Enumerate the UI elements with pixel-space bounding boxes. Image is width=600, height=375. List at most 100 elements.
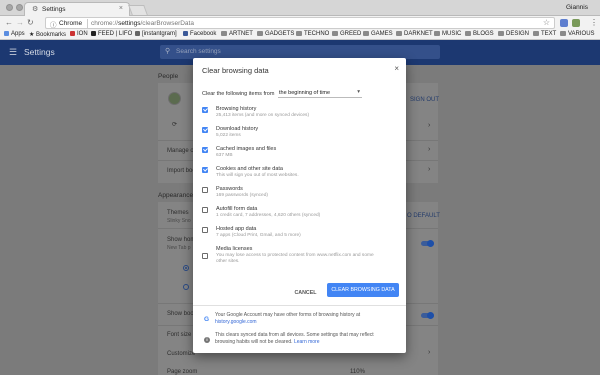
url-text[interactable]: chrome://settings/clearBrowserData: [91, 20, 194, 27]
option-media-licenses[interactable]: Media licenses You may lose access to pr…: [202, 245, 398, 271]
option-passwords[interactable]: Passwords 169 passwords (synced): [202, 185, 398, 205]
bookmark-instantgram[interactable]: [instantgram]: [135, 31, 177, 37]
back-icon[interactable]: ←: [5, 18, 13, 27]
chevron-right-icon[interactable]: ›: [428, 146, 430, 153]
extension-icon[interactable]: [572, 19, 580, 27]
manage-people-row[interactable]: Manage ot: [167, 148, 195, 154]
checkbox-cookies[interactable]: [202, 167, 208, 173]
page-zoom-value[interactable]: 110%: [350, 369, 365, 375]
google-notice-text: Your Google Account may have other forms…: [215, 312, 361, 318]
bookmark-folder-techno[interactable]: TECHNO: [296, 31, 329, 37]
time-range-select[interactable]: the beginning of time ▾: [278, 89, 362, 98]
bookmark-folder-music[interactable]: MUSIC: [434, 31, 461, 37]
bookmark-folder-gadgets[interactable]: GADGETS: [257, 31, 294, 37]
option-detail: 25,413 items (and more on synced devices…: [216, 113, 310, 118]
checkbox-download-history[interactable]: [202, 127, 208, 133]
home-radio-newtab[interactable]: [183, 265, 189, 271]
bookmark-folder-various[interactable]: VARIOUS: [560, 31, 595, 37]
folder-icon: [533, 31, 539, 36]
close-icon[interactable]: ×: [394, 64, 399, 73]
option-download-history[interactable]: Download history 5,022 items: [202, 125, 398, 145]
profile-name[interactable]: Giannis: [566, 4, 588, 11]
folder-icon: [363, 31, 369, 36]
themes-row[interactable]: Themes: [167, 210, 189, 216]
home-radio-custom[interactable]: [183, 284, 189, 290]
option-cookies[interactable]: Cookies and other site data This will si…: [202, 165, 398, 185]
show-bookmarks-toggle[interactable]: [427, 312, 434, 319]
chevron-right-icon[interactable]: ›: [428, 122, 430, 129]
close-icon[interactable]: ×: [119, 5, 123, 12]
option-detail: 1 credit card, 7 addresses, 4,620 others…: [216, 213, 321, 218]
facebook-icon: [183, 31, 188, 36]
import-bookmarks-row[interactable]: Import boo: [167, 168, 196, 174]
checkbox-autofill[interactable]: [202, 207, 208, 213]
bookmark-folder-greed[interactable]: GREED: [332, 31, 361, 37]
bookmark-folder-artnet[interactable]: ARTNET: [221, 31, 253, 37]
bookmark-folder-text[interactable]: TEXT: [533, 31, 556, 37]
bookmark-feed-lifo[interactable]: FEED | LIFO: [91, 31, 132, 37]
option-label: Browsing history: [216, 106, 257, 112]
option-autofill[interactable]: Autofill form data 1 credit card, 7 addr…: [202, 205, 398, 225]
customize-fonts-row[interactable]: Customize: [167, 351, 195, 357]
option-hosted-app-data[interactable]: Hosted app data 7 apps (Cloud Print, Gma…: [202, 225, 398, 245]
clear-browsing-data-button[interactable]: CLEAR BROWSING DATA: [327, 283, 399, 297]
bookmark-folder-games[interactable]: GAMES: [363, 31, 393, 37]
favicon: [91, 31, 96, 36]
bookmark-apps[interactable]: Apps: [4, 31, 25, 37]
learn-more-link[interactable]: Learn more: [294, 339, 320, 345]
star-icon: ★: [29, 32, 37, 38]
option-cached-images[interactable]: Cached images and files 637 MB: [202, 145, 398, 165]
folder-icon: [498, 31, 504, 36]
address-bar[interactable]: ⓘ Chrome chrome://settings/clearBrowserD…: [45, 17, 555, 29]
tab-settings[interactable]: ⚙ Settings ×: [24, 2, 130, 16]
checkbox-media-licenses[interactable]: [202, 253, 208, 259]
menu-icon[interactable]: ⋮: [590, 18, 598, 27]
cancel-button[interactable]: CANCEL: [290, 287, 321, 299]
reset-theme-button[interactable]: O DEFAULT: [407, 213, 440, 219]
history-google-link[interactable]: history.google.com: [215, 319, 360, 326]
reload-icon[interactable]: ↻: [27, 18, 34, 27]
bookmark-folder-darknet[interactable]: DARKNET: [396, 31, 433, 37]
info-icon[interactable]: ⓘ: [50, 19, 57, 29]
bookmark-facebook[interactable]: Facebook: [183, 31, 216, 37]
settings-search-input[interactable]: ⚲ Search settings: [160, 45, 440, 59]
bookmark-folder-blogs[interactable]: BLOGS: [465, 31, 494, 37]
folder-icon: [332, 31, 338, 36]
show-home-subtitle: New Tab p: [167, 245, 191, 251]
sync-notice: This clears synced data from all devices…: [215, 332, 374, 346]
time-range-value: the beginning of time: [279, 90, 331, 96]
footer-divider: [193, 305, 406, 306]
omnibox-divider: [87, 19, 88, 28]
checkbox-passwords[interactable]: [202, 187, 208, 193]
avatar[interactable]: [168, 92, 181, 105]
option-detail: 7 apps (Cloud Print, Gmail, and 5 more): [216, 233, 301, 238]
checkbox-cached-images[interactable]: [202, 147, 208, 153]
close-window-button[interactable]: [6, 4, 13, 11]
new-tab-button[interactable]: [128, 5, 148, 15]
option-browsing-history[interactable]: Browsing history 25,413 items (and more …: [202, 105, 398, 125]
star-icon[interactable]: ☆: [543, 18, 550, 27]
chevron-right-icon[interactable]: ›: [428, 166, 430, 173]
minimize-window-button[interactable]: [16, 4, 23, 11]
page-zoom-row[interactable]: Page zoom: [167, 369, 197, 375]
extension-translate-icon[interactable]: [560, 19, 568, 27]
dialog-title: Clear browsing data: [202, 66, 269, 75]
section-appearance-label: Appearance: [158, 192, 194, 199]
dropdown-arrow-icon: ▾: [357, 89, 360, 95]
font-size-row[interactable]: Font size: [167, 332, 191, 338]
forward-icon[interactable]: →: [16, 18, 24, 27]
sign-out-button[interactable]: SIGN OUT: [410, 97, 439, 103]
show-home-toggle[interactable]: [427, 240, 434, 247]
search-icon: ⚲: [165, 48, 171, 55]
bookmark-bookmarks[interactable]: ★ Bookmarks: [29, 31, 66, 38]
option-detail-continued: other sites.: [216, 259, 240, 264]
bookmark-ion[interactable]: ION: [70, 31, 88, 37]
hamburger-menu-icon[interactable]: ☰: [9, 48, 17, 57]
checkbox-browsing-history[interactable]: [202, 107, 208, 113]
chevron-right-icon[interactable]: ›: [428, 349, 430, 356]
google-account-notice: Your Google Account may have other forms…: [215, 312, 360, 326]
folder-icon: [296, 31, 302, 36]
checkbox-hosted-app-data[interactable]: [202, 227, 208, 233]
option-detail: 637 MB: [216, 153, 233, 158]
bookmark-folder-design[interactable]: DESIGN: [498, 31, 529, 37]
